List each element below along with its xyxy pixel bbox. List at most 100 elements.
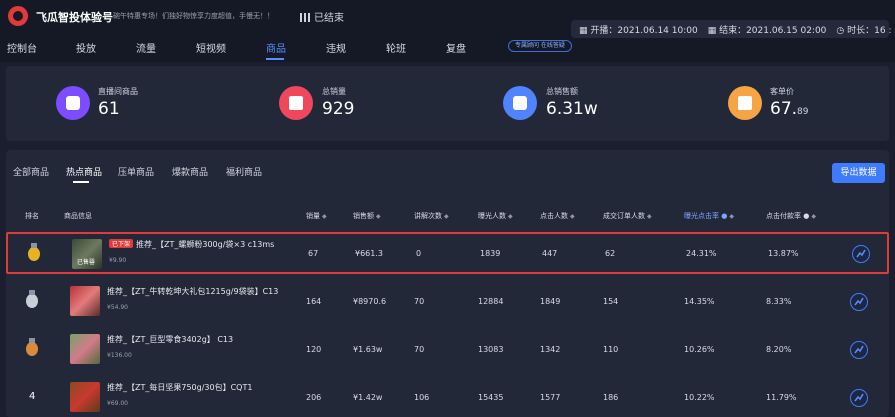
th-ctr[interactable]: 曝光点击率 ● ◆	[684, 211, 734, 221]
product-name[interactable]: 推荐_【ZT_每日坚果750g/30包】CQT1	[107, 382, 252, 393]
live-status: 已结束	[300, 9, 344, 24]
cell-explain: 70	[414, 297, 425, 306]
cell-cvr: 13.87%	[768, 249, 799, 258]
th-cvr[interactable]: 点击付款率 ● ◆	[766, 211, 816, 221]
cell-clicks: 1342	[540, 345, 561, 354]
nav-ads[interactable]: 投放	[76, 40, 96, 55]
trend-chart-icon[interactable]	[852, 245, 870, 263]
start-time: ▦ 开播：2021.06.14 10:00	[579, 23, 698, 36]
cell-exposure: 1839	[480, 249, 501, 258]
th-explain[interactable]: 讲解次数 ◆	[414, 211, 449, 221]
product-name[interactable]: 推荐_【ZT_巨型零食3402g】 C13	[107, 334, 233, 345]
app-logo-icon	[8, 6, 28, 26]
cell-orders: 154	[603, 297, 619, 306]
cell-exposure: 12884	[478, 297, 504, 306]
cell-sales: 67	[308, 249, 319, 258]
sort-icon: ◆	[647, 213, 652, 220]
tab-bestseller-products[interactable]: 爆款商品	[172, 165, 208, 178]
product-price: ¥9.90	[109, 257, 127, 264]
live-tagline: 碗午特惠专场！们独好物惊享力度超值，手慢无！！	[113, 12, 274, 20]
tab-all-products[interactable]: 全部商品	[13, 165, 49, 178]
stat-label-revenue: 总销售额	[546, 87, 578, 96]
sort-icon: ◆	[811, 213, 816, 220]
cell-orders: 62	[605, 249, 616, 258]
cell-revenue: ¥8970.6	[353, 297, 387, 306]
tab-hot-products[interactable]: 热点商品	[66, 165, 102, 178]
stat-label-sales: 总销量	[322, 87, 346, 96]
nav-traffic[interactable]: 流量	[136, 40, 156, 55]
th-explain-label: 讲解次数	[414, 212, 442, 220]
consultant-badge[interactable]: 专属顾问 在线答疑	[508, 40, 572, 52]
sort-icon: ◆	[444, 213, 449, 220]
nav-products[interactable]: 商品	[266, 40, 286, 55]
product-name[interactable]: 已下架 推荐_【ZT_螺蛳粉300g/袋×3 c13ms	[109, 239, 274, 250]
cell-clicks: 1577	[540, 393, 561, 402]
live-status-text: 已结束	[314, 13, 344, 24]
trend-chart-icon[interactable]	[850, 389, 868, 407]
trend-chart-icon[interactable]	[850, 293, 868, 311]
price-tag-icon	[728, 86, 762, 120]
sort-icon: ◆	[322, 213, 327, 220]
live-time-info: ▦ 开播：2021.06.14 10:00 ▦ 结束：2021.06.15 02…	[571, 20, 895, 38]
product-name[interactable]: 推荐_【ZT_牛转乾坤大礼包1215g/9袋装】C13	[107, 286, 278, 297]
end-time-text: 结束：2021.06.15 02:00	[719, 25, 827, 36]
calendar-icon: ▦	[579, 25, 591, 36]
product-price: ¥69.00	[107, 400, 128, 407]
cell-revenue: ¥661.3	[355, 249, 383, 258]
document-icon	[279, 86, 313, 120]
offline-tag: 已下架	[109, 239, 134, 248]
tab-stock-products[interactable]: 压单商品	[118, 165, 154, 178]
cell-revenue: ¥1.42w	[353, 393, 383, 402]
th-sales[interactable]: 销量 ◆	[306, 211, 327, 221]
nav-violations[interactable]: 违规	[326, 40, 346, 55]
stat-value-sales: 929	[322, 99, 355, 119]
cell-ctr: 14.35%	[684, 297, 715, 306]
avg-price-int: 67.	[770, 99, 798, 119]
cell-clicks: 1849	[540, 297, 561, 306]
table-header: 排名 商品信息 销量 ◆ 销售额 ◆ 讲解次数 ◆ 曝光人数 ◆ 点击人数 ◆ 成交订单人…	[6, 207, 889, 225]
th-sales-label: 销量	[306, 212, 320, 220]
product-thumbnail	[70, 382, 100, 412]
product-title: 推荐_【ZT_螺蛳粉300g/袋×3 c13ms	[136, 240, 275, 249]
stat-label-products: 直播间商品	[98, 87, 138, 96]
table-row[interactable]: 4 推荐_【ZT_每日坚果750g/30包】CQT1 ¥69.00 206 ¥1…	[6, 376, 889, 417]
th-clicks[interactable]: 点击人数 ◆	[540, 211, 575, 221]
nav-short-video[interactable]: 短视频	[196, 40, 226, 55]
cell-explain: 0	[416, 249, 422, 258]
cell-exposure: 15435	[478, 393, 504, 402]
cell-orders: 186	[603, 393, 619, 402]
nav-shifts[interactable]: 轮班	[386, 40, 406, 55]
stats-panel: 直播间商品 61 总销量 929 总销售额 6.31w 客单价 67.89	[6, 66, 889, 141]
start-time-text: 开播：2021.06.14 10:00	[590, 25, 698, 36]
cell-exposure: 13083	[478, 345, 504, 354]
cell-orders: 110	[603, 345, 619, 354]
yen-icon	[503, 86, 537, 120]
product-thumbnail	[70, 334, 100, 364]
info-icon: ●	[719, 212, 728, 220]
th-revenue-label: 销售额	[353, 212, 374, 220]
shopping-bag-icon	[56, 86, 90, 120]
cell-explain: 70	[414, 345, 425, 354]
info-icon: ●	[801, 212, 810, 220]
cell-sales: 206	[306, 393, 322, 402]
cell-ctr: 10.22%	[684, 393, 715, 402]
export-data-button[interactable]: 导出数据	[832, 163, 885, 183]
th-orders[interactable]: 成交订单人数 ◆	[603, 211, 652, 221]
th-revenue[interactable]: 销售额 ◆	[353, 211, 381, 221]
tab-welfare-products[interactable]: 福利商品	[226, 165, 262, 178]
nav-console[interactable]: 控制台	[7, 40, 37, 55]
table-row[interactable]: 已售罄 已下架 推荐_【ZT_螺蛳粉300g/袋×3 c13ms ¥9.90 67…	[6, 232, 889, 274]
table-row[interactable]: 推荐_【ZT_牛转乾坤大礼包1215g/9袋装】C13 ¥54.90 164 ¥…	[6, 280, 889, 322]
gold-medal-icon	[28, 243, 40, 261]
cell-explain: 106	[414, 393, 430, 402]
product-price: ¥136.00	[107, 352, 132, 359]
table-row[interactable]: 推荐_【ZT_巨型零食3402g】 C13 ¥136.00 120 ¥1.63w…	[6, 328, 889, 370]
trend-chart-icon[interactable]	[850, 341, 868, 359]
nav-review[interactable]: 复盘	[446, 40, 466, 55]
cell-ctr: 10.26%	[684, 345, 715, 354]
th-exposure[interactable]: 曝光人数 ◆	[478, 211, 513, 221]
sort-icon: ◆	[570, 213, 575, 220]
stat-value-avg-price: 67.89	[770, 99, 809, 119]
silver-medal-icon	[26, 290, 38, 308]
cell-clicks: 447	[542, 249, 558, 258]
